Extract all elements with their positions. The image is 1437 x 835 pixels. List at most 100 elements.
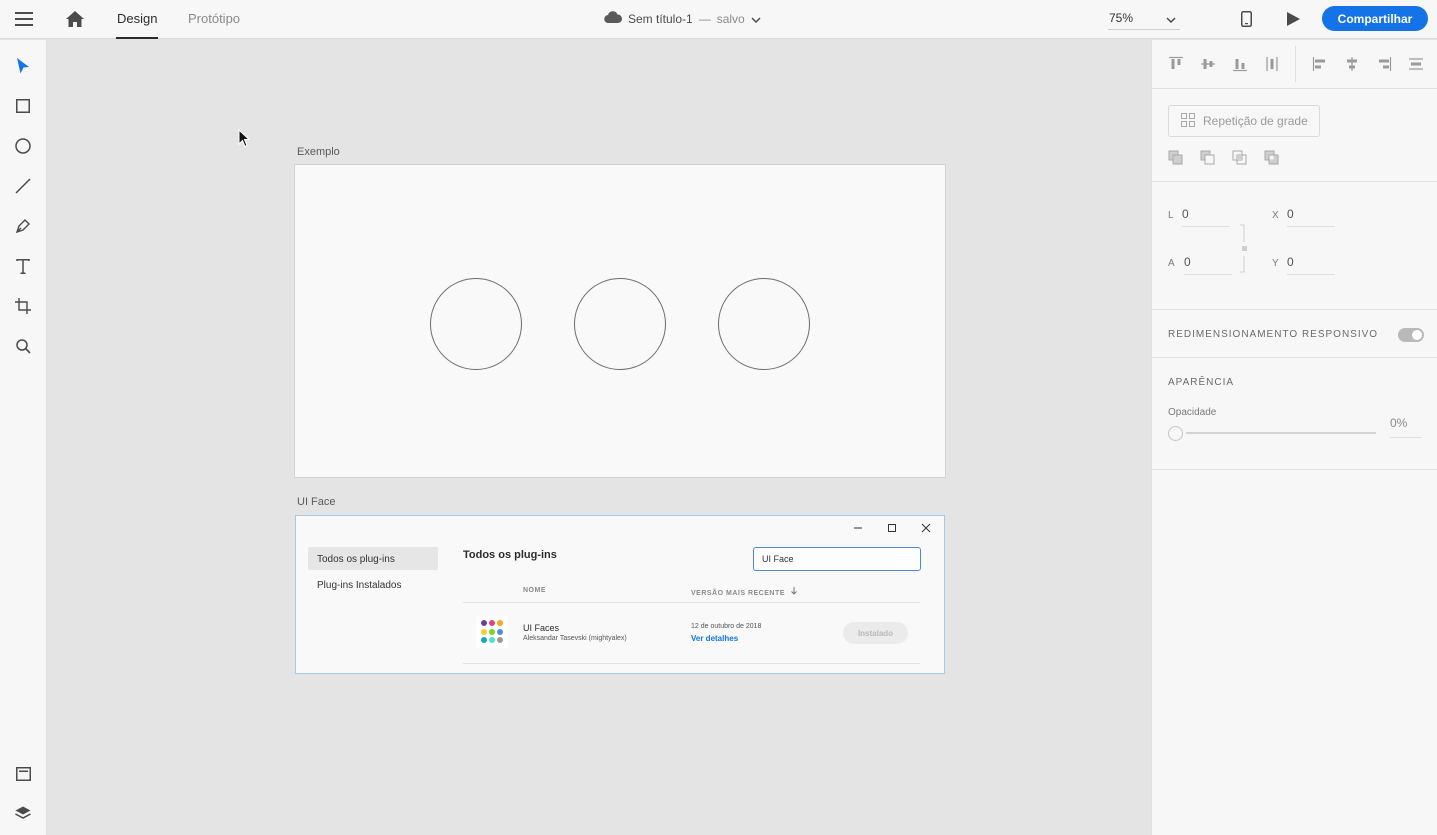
installed-button[interactable]: Instalado <box>843 622 908 644</box>
align-right-icon[interactable] <box>1376 56 1392 72</box>
logo-dot <box>481 637 487 644</box>
plugins-window: Todos os plug-ins Plug-ins Instalados To… <box>295 515 945 674</box>
align-left-icon[interactable] <box>1312 56 1328 72</box>
line-tool-icon[interactable] <box>12 175 34 197</box>
column-header-name: NOME <box>523 587 546 594</box>
close-icon[interactable] <box>921 522 931 536</box>
opacity-field[interactable]: 0% <box>1390 416 1422 438</box>
plugins-title: Todos os plug-ins <box>463 549 557 561</box>
play-icon[interactable] <box>1284 10 1302 28</box>
repeat-grid-label: Repetição de grade <box>1203 114 1308 128</box>
document-name: Sem título-1 <box>628 11 693 26</box>
divider <box>463 602 920 603</box>
ellipse-shape[interactable] <box>574 278 666 370</box>
property-inspector: Repetição de grade L 0 X 0 A 0 Y 0 REDIM… <box>1151 40 1437 835</box>
align-middle-icon[interactable] <box>1200 56 1216 72</box>
divider <box>463 663 920 664</box>
device-preview-icon[interactable] <box>1238 10 1254 28</box>
y-field[interactable]: 0 <box>1287 255 1335 275</box>
responsive-resize-label: REDIMENSIONAMENTO RESPONSIVO <box>1168 329 1379 340</box>
divider <box>1152 309 1437 310</box>
width-label: L <box>1168 210 1174 221</box>
sidebar-item-installed-plugins[interactable]: Plug-ins Instalados <box>308 573 438 596</box>
align-center-icon[interactable] <box>1344 56 1360 72</box>
logo-dot <box>497 628 503 635</box>
divider <box>1152 469 1437 470</box>
artboard-exemplo[interactable] <box>294 164 946 478</box>
plugin-author: Aleksandar Tasevski (mightyalex) <box>523 635 627 642</box>
share-button[interactable]: Compartilhar <box>1322 6 1428 31</box>
zoom-select[interactable]: 75% <box>1108 8 1180 30</box>
left-toolbar <box>0 40 47 835</box>
opacity-slider-handle[interactable] <box>1168 426 1183 441</box>
lock-aspect-icon[interactable] <box>1238 224 1248 279</box>
ellipse-shape[interactable] <box>430 278 522 370</box>
logo-dot <box>481 628 487 635</box>
column-header-version[interactable]: VERSÃO MAIS RECENTE <box>691 587 798 597</box>
logo-dot <box>489 628 495 635</box>
opacity-label: Opacidade <box>1168 407 1217 418</box>
boolean-intersect-icon[interactable] <box>1232 150 1248 166</box>
select-tool-icon[interactable] <box>12 55 34 77</box>
y-label: Y <box>1272 258 1279 269</box>
logo-dot <box>497 637 503 644</box>
document-separator: — <box>698 11 711 26</box>
document-status: salvo <box>716 11 745 26</box>
width-field[interactable]: 0 <box>1182 207 1230 227</box>
grid-icon <box>1181 112 1195 130</box>
logo-dot <box>497 620 503 626</box>
document-title[interactable]: Sem título-1 — salvo <box>604 11 761 26</box>
assets-panel-icon[interactable] <box>12 763 34 785</box>
distribute-horizontal-icon[interactable] <box>1408 56 1424 72</box>
tab-prototype[interactable]: Protótipo <box>188 11 240 39</box>
zoom-tool-icon[interactable] <box>12 335 34 357</box>
column-header-version-label: VERSÃO MAIS RECENTE <box>691 590 785 597</box>
boolean-exclude-icon[interactable] <box>1264 150 1280 166</box>
logo-dot <box>489 620 495 626</box>
chevron-down-icon <box>751 12 761 26</box>
divider <box>1152 88 1437 89</box>
height-label: A <box>1168 258 1175 269</box>
plugin-name: UI Faces <box>523 623 560 633</box>
divider <box>1152 357 1437 358</box>
home-icon[interactable] <box>65 9 85 29</box>
artboard-tool-icon[interactable] <box>12 295 34 317</box>
ui-faces-logo <box>476 616 508 648</box>
tab-design[interactable]: Design <box>115 11 159 39</box>
repeat-grid-button[interactable]: Repetição de grade <box>1168 105 1320 137</box>
arrow-down-icon <box>791 587 798 597</box>
ellipse-shape[interactable] <box>718 278 810 370</box>
maximize-icon[interactable] <box>887 522 897 536</box>
layers-panel-icon[interactable] <box>12 802 34 824</box>
text-tool-icon[interactable] <box>12 255 34 277</box>
minimize-icon[interactable] <box>853 522 863 536</box>
divider <box>1295 46 1296 82</box>
divider <box>1152 181 1437 182</box>
plugin-details-link[interactable]: Ver detalhes <box>691 634 738 643</box>
x-field[interactable]: 0 <box>1287 207 1335 227</box>
align-top-icon[interactable] <box>1168 56 1184 72</box>
ellipse-tool-icon[interactable] <box>12 135 34 157</box>
cloud-icon <box>604 11 623 26</box>
plugin-date: 12 de outubro de 2018 <box>691 623 762 630</box>
artboard-label-ui-face[interactable]: UI Face <box>297 496 336 508</box>
boolean-subtract-icon[interactable] <box>1200 150 1216 166</box>
x-label: X <box>1272 210 1279 221</box>
plugin-search-input[interactable]: UI Face <box>753 547 921 571</box>
mouse-cursor-icon <box>238 128 251 153</box>
pen-tool-icon[interactable] <box>12 215 34 237</box>
rectangle-tool-icon[interactable] <box>12 95 34 117</box>
distribute-vertical-icon[interactable] <box>1264 56 1280 72</box>
logo-dot <box>481 620 487 626</box>
opacity-slider-track[interactable] <box>1186 432 1376 434</box>
artboard-label-exemplo[interactable]: Exemplo <box>297 146 340 158</box>
sidebar-item-all-plugins[interactable]: Todos os plug-ins <box>308 547 438 570</box>
align-bottom-icon[interactable] <box>1232 56 1248 72</box>
boolean-add-icon[interactable] <box>1168 150 1184 166</box>
top-bar: Design Protótipo Sem título-1 — salvo 75… <box>0 0 1437 39</box>
hamburger-menu-icon[interactable] <box>14 10 34 28</box>
zoom-value: 75% <box>1109 11 1134 25</box>
responsive-resize-toggle[interactable] <box>1398 328 1424 342</box>
height-field[interactable]: 0 <box>1184 255 1232 275</box>
appearance-label: APARÊNCIA <box>1168 377 1235 388</box>
